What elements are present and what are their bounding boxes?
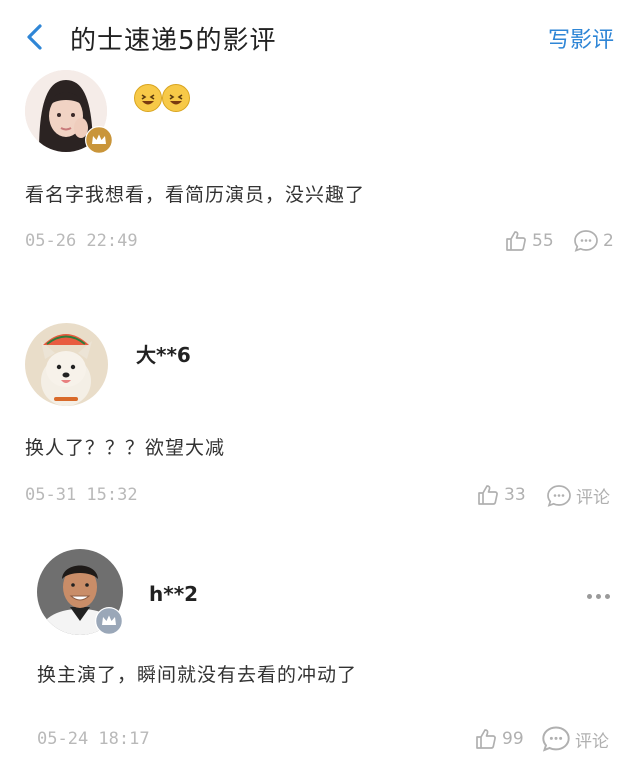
like-button[interactable]: 55 xyxy=(504,229,554,253)
like-count: 55 xyxy=(532,231,554,251)
comment-icon xyxy=(547,484,571,507)
comment-label: 评论 xyxy=(575,731,609,752)
write-review-button[interactable]: 写影评 xyxy=(548,22,614,54)
laughing-emoji-icon xyxy=(134,84,162,112)
thumbs-up-icon xyxy=(478,485,498,505)
thumbs-up-icon xyxy=(506,231,526,251)
avatar[interactable] xyxy=(25,323,108,406)
comment-icon xyxy=(542,726,570,752)
comment-button[interactable]: 评论 xyxy=(546,483,610,508)
comment-label: 评论 xyxy=(576,488,610,508)
review-content: 换人了？？？欲望大减 xyxy=(25,437,226,459)
comment-button[interactable]: 评论 xyxy=(541,725,609,753)
page-title: 的士速递5的影评 xyxy=(70,26,277,56)
like-button[interactable]: 99 xyxy=(474,727,524,751)
crown-badge-icon xyxy=(95,607,123,635)
comment-count: 2 xyxy=(603,231,614,251)
like-count: 33 xyxy=(504,485,526,505)
comment-icon xyxy=(574,230,598,252)
like-count: 99 xyxy=(502,729,524,749)
laughing-emoji-icon xyxy=(162,84,190,112)
thumbs-up-icon xyxy=(476,729,496,749)
more-options-icon[interactable] xyxy=(587,594,610,599)
username[interactable]: h**2 xyxy=(149,582,198,606)
avatar-dog-image xyxy=(25,323,108,406)
crown-badge-icon xyxy=(85,126,113,154)
review-timestamp: 05-31 15:32 xyxy=(25,485,138,505)
review-timestamp: 05-24 18:17 xyxy=(37,729,150,749)
review-content: 换主演了，瞬间就没有去看的冲动了 xyxy=(37,664,358,686)
username[interactable]: 大**6 xyxy=(136,339,191,368)
like-button[interactable]: 33 xyxy=(476,483,526,507)
back-arrow-icon[interactable] xyxy=(22,22,48,52)
review-timestamp: 05-26 22:49 xyxy=(25,231,138,251)
top-bar: 的士速递5的影评 写影评 xyxy=(0,0,640,72)
comment-button[interactable]: 2 xyxy=(573,229,614,253)
review-content: 看名字我想看，看简历演员，没兴趣了 xyxy=(25,184,366,206)
